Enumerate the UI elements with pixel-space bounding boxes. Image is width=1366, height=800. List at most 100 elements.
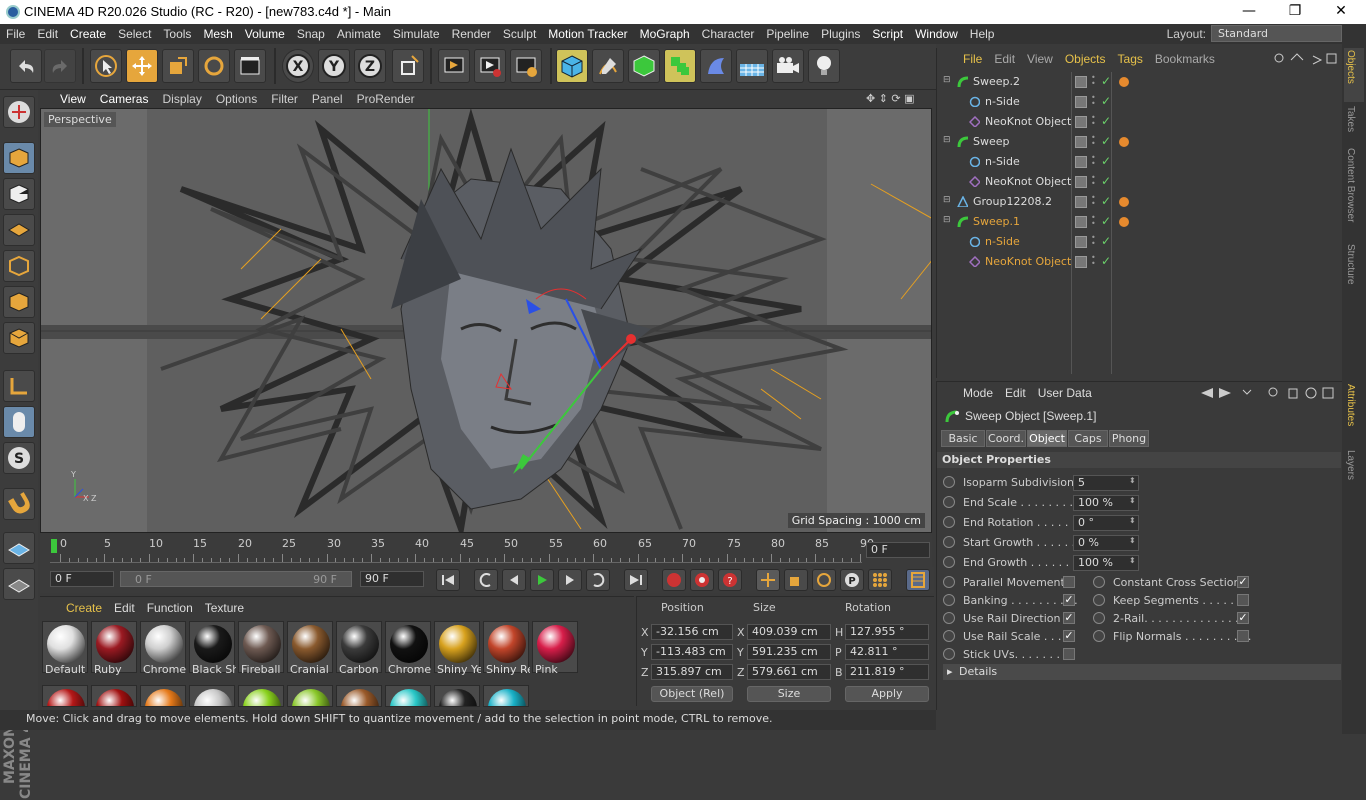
material-swatch[interactable] xyxy=(483,685,529,707)
enabled-check-icon[interactable]: ✓ xyxy=(1101,214,1111,228)
menu-create[interactable]: Create xyxy=(64,27,112,41)
attribute-menu-mode[interactable]: Mode xyxy=(957,386,999,400)
menu-render[interactable]: Render xyxy=(446,27,497,41)
viewport-perspective[interactable]: Y Z X Perspective Grid Spacing : 1000 cm xyxy=(40,108,932,533)
object-manager-nav-icons[interactable] xyxy=(1273,52,1337,66)
expand-icon[interactable]: ⊟ xyxy=(943,195,951,205)
stepper-icon[interactable]: ⬍ xyxy=(1129,556,1136,565)
checkbox[interactable]: ✓ xyxy=(1237,576,1249,588)
side-tab-content-browser[interactable]: Content Browser xyxy=(1345,148,1356,222)
model-mode-icon[interactable] xyxy=(3,142,35,174)
animate-property-icon[interactable] xyxy=(943,496,955,508)
material-swatch[interactable]: Shiny Re xyxy=(483,621,530,676)
menu-simulate[interactable]: Simulate xyxy=(387,27,446,41)
render-settings-icon[interactable] xyxy=(510,49,542,83)
attribute-nav-icons[interactable] xyxy=(1199,386,1339,400)
viewport-menu-panel[interactable]: Panel xyxy=(305,92,350,106)
animate-property-icon[interactable] xyxy=(943,536,955,548)
size-y-field[interactable]: 591.235 cm xyxy=(747,644,831,660)
workplane-mode-icon[interactable] xyxy=(3,214,35,246)
expand-icon[interactable]: ⊟ xyxy=(943,215,951,225)
position-z-field[interactable]: 315.897 cm xyxy=(651,664,733,680)
end-frame-field[interactable]: 90 F xyxy=(360,571,424,587)
object-row[interactable]: NeoKnot Object • • ✓ xyxy=(941,252,1343,272)
keyframe-selection-icon[interactable]: ? xyxy=(718,569,742,591)
object-row[interactable]: n-Side • • ✓ xyxy=(941,152,1343,172)
snap-icon[interactable]: S xyxy=(3,442,35,474)
layer-visibility-icon[interactable] xyxy=(1075,196,1087,208)
material-swatch[interactable] xyxy=(434,685,480,707)
expand-icon[interactable]: ⊟ xyxy=(943,135,951,145)
tweak-mode-icon[interactable] xyxy=(3,406,35,438)
material-swatch[interactable]: Fireball xyxy=(238,621,284,676)
material-swatch[interactable]: Ruby xyxy=(91,621,137,676)
animate-property-icon[interactable] xyxy=(1093,612,1105,624)
texture-mode-icon[interactable] xyxy=(3,178,35,210)
size-x-field[interactable]: 409.039 cm xyxy=(747,624,831,640)
key-position-icon[interactable] xyxy=(756,569,780,591)
polygons-mode-icon[interactable] xyxy=(3,322,35,354)
key-rotation-icon[interactable] xyxy=(812,569,836,591)
tab-phong[interactable]: Phong xyxy=(1109,430,1149,447)
checkbox[interactable]: ✓ xyxy=(1063,594,1075,606)
object-menu-objects[interactable]: Objects xyxy=(1059,52,1112,66)
menu-plugins[interactable]: Plugins xyxy=(815,27,866,41)
tab-coord[interactable]: Coord. xyxy=(986,430,1026,447)
live-selection-icon[interactable] xyxy=(90,49,122,83)
material-swatch[interactable]: Chrome xyxy=(140,621,186,676)
z-axis-lock-icon[interactable]: Z xyxy=(354,49,386,83)
coordinate-mode-select[interactable]: Object (Rel) xyxy=(651,686,733,702)
material-swatch[interactable]: Cranial xyxy=(287,621,333,676)
next-key-icon[interactable] xyxy=(586,569,610,591)
quantize-icon[interactable] xyxy=(3,568,35,600)
playhead[interactable] xyxy=(51,539,57,553)
workplane-icon[interactable] xyxy=(3,532,35,564)
timeline-window-icon[interactable] xyxy=(906,569,930,591)
cloner-icon[interactable] xyxy=(664,49,696,83)
material-swatch[interactable] xyxy=(385,685,431,707)
key-scale-icon[interactable] xyxy=(784,569,808,591)
viewport-menu-options[interactable]: Options xyxy=(209,92,264,106)
layer-visibility-icon[interactable] xyxy=(1075,76,1087,88)
floor-icon[interactable] xyxy=(736,49,768,83)
animate-property-icon[interactable] xyxy=(943,594,955,606)
animate-property-icon[interactable] xyxy=(943,612,955,624)
object-tag-icon[interactable] xyxy=(1119,197,1129,207)
object-row[interactable]: NeoKnot Object • • ✓ xyxy=(941,172,1343,192)
enabled-check-icon[interactable]: ✓ xyxy=(1101,254,1111,268)
attribute-menu-edit[interactable]: Edit xyxy=(999,386,1032,400)
render-view-icon[interactable] xyxy=(438,49,470,83)
layer-visibility-icon[interactable] xyxy=(1075,216,1087,228)
animate-property-icon[interactable] xyxy=(943,516,955,528)
menu-mesh[interactable]: Mesh xyxy=(197,27,238,41)
size-mode-select[interactable]: Size xyxy=(747,686,831,702)
menu-help[interactable]: Help xyxy=(964,27,1001,41)
animate-property-icon[interactable] xyxy=(943,476,955,488)
frame-range-slider[interactable]: 0 F 90 F xyxy=(120,571,352,587)
layout-select[interactable]: Standard xyxy=(1211,25,1342,42)
menu-tools[interactable]: Tools xyxy=(157,27,197,41)
layer-visibility-icon[interactable] xyxy=(1075,176,1087,188)
cube-icon[interactable] xyxy=(556,49,588,83)
next-frame-icon[interactable] xyxy=(558,569,582,591)
menu-script[interactable]: Script xyxy=(866,27,909,41)
animate-property-icon[interactable] xyxy=(943,576,955,588)
material-swatch[interactable]: Pink xyxy=(532,621,578,676)
size-z-field[interactable]: 579.661 cm xyxy=(747,664,831,680)
layer-visibility-icon[interactable] xyxy=(1075,136,1087,148)
viewport-navigation-icons[interactable]: ✥ ⇕ ⟳ ▣ xyxy=(866,92,932,106)
checkbox[interactable] xyxy=(1237,594,1249,606)
material-swatch[interactable]: Default xyxy=(42,621,88,676)
object-row[interactable]: ⊟ Sweep • • ✓ xyxy=(941,132,1343,152)
key-parameter-icon[interactable]: P xyxy=(840,569,864,591)
material-swatch[interactable] xyxy=(140,685,186,707)
move-tool-icon[interactable] xyxy=(126,49,158,83)
y-axis-lock-icon[interactable]: Y xyxy=(318,49,350,83)
object-menu-view[interactable]: View xyxy=(1021,52,1059,66)
checkbox[interactable]: ✓ xyxy=(1063,612,1075,624)
camera-icon[interactable] xyxy=(772,49,804,83)
menu-window[interactable]: Window xyxy=(909,27,964,41)
viewport-menu-prorender[interactable]: ProRender xyxy=(350,92,422,106)
enabled-check-icon[interactable]: ✓ xyxy=(1101,94,1111,108)
play-icon[interactable] xyxy=(530,569,554,591)
